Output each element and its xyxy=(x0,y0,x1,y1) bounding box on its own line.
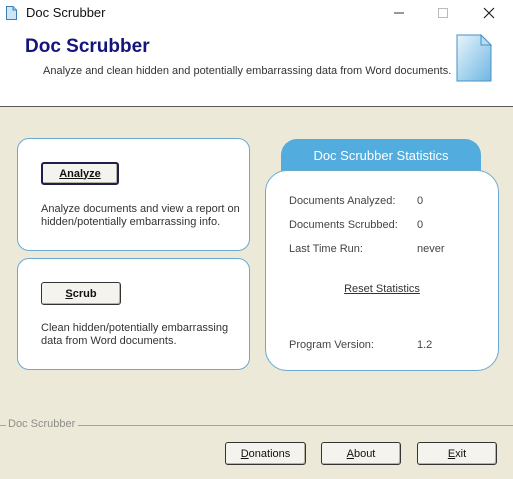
analyze-description: Analyze documents and view a report on h… xyxy=(41,203,240,228)
header-subtitle: Analyze and clean hidden and potentially… xyxy=(43,65,452,77)
stat-value-scrubbed: 0 xyxy=(417,219,424,231)
program-version-label: Program Version: xyxy=(289,339,374,351)
stats-title: Doc Scrubber Statistics xyxy=(313,148,449,163)
donations-button-label: Donations xyxy=(240,447,291,460)
minimize-icon xyxy=(394,12,404,14)
about-button[interactable]: About xyxy=(321,442,401,465)
stat-label-last-run: Last Time Run: xyxy=(289,243,363,255)
close-button[interactable] xyxy=(466,0,512,26)
header-title: Doc Scrubber xyxy=(25,36,150,57)
header-banner: Doc Scrubber Analyze and clean hidden an… xyxy=(0,26,513,107)
stat-label-scrubbed: Documents Scrubbed: xyxy=(289,219,398,231)
analyze-button[interactable]: Analyze xyxy=(41,162,119,185)
maximize-icon xyxy=(438,8,448,18)
stat-label-analyzed: Documents Analyzed: xyxy=(289,195,396,207)
stat-value-analyzed: 0 xyxy=(417,195,424,207)
analyze-button-label: Analyze xyxy=(59,167,101,180)
window-title: Doc Scrubber xyxy=(26,5,106,20)
app-document-icon xyxy=(6,6,17,20)
about-button-label: About xyxy=(346,447,376,460)
exit-button[interactable]: Exit xyxy=(417,442,497,465)
analyze-panel: Analyze Analyze documents and view a rep… xyxy=(17,138,250,251)
close-icon xyxy=(483,7,495,19)
minimize-button[interactable] xyxy=(376,0,422,26)
maximize-button[interactable] xyxy=(420,0,466,26)
scrub-button[interactable]: Scrub xyxy=(41,282,121,305)
main-area: Analyze Analyze documents and view a rep… xyxy=(0,107,513,479)
exit-button-label: Exit xyxy=(447,447,467,460)
donations-button[interactable]: Donations xyxy=(225,442,306,465)
footer-group-label: Doc Scrubber xyxy=(6,418,79,430)
document-icon xyxy=(455,33,493,82)
stat-value-last-run: never xyxy=(417,243,445,255)
title-bar: Doc Scrubber xyxy=(0,0,513,26)
scrub-description: Clean hidden/potentially embarrassing da… xyxy=(41,322,229,347)
scrub-button-label: Scrub xyxy=(65,287,97,300)
reset-statistics-link[interactable]: Reset Statistics xyxy=(266,283,498,295)
program-version-value: 1.2 xyxy=(417,339,433,351)
stats-panel: Documents Analyzed: 0 Documents Scrubbed… xyxy=(265,170,499,371)
scrub-panel: Scrub Clean hidden/potentially embarrass… xyxy=(17,258,250,370)
